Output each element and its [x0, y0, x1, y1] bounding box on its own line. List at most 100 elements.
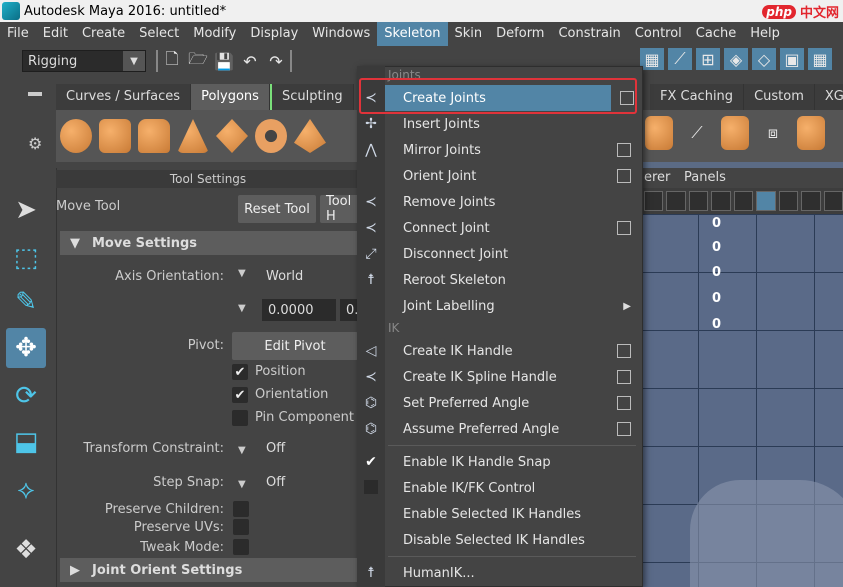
safe-title-icon[interactable]	[711, 191, 731, 211]
textured-icon[interactable]	[801, 191, 821, 211]
menu-item-mirror-joints[interactable]: Mirror Joints	[385, 137, 639, 163]
resolution-gate-icon[interactable]	[688, 191, 709, 211]
set-preferred-angle-option-box[interactable]	[617, 396, 631, 410]
menu-set-dropdown[interactable]: Rigging ▼	[22, 50, 146, 72]
reset-tool-button[interactable]: Reset Tool	[238, 195, 316, 223]
menu-item-insert-joints[interactable]: Insert Joints	[385, 111, 639, 137]
create-ik-spline-option-box[interactable]	[617, 370, 631, 384]
last-tool-icon[interactable]: ⟡	[6, 470, 46, 510]
menu-item-create-ik-spline-handle[interactable]: Create IK Spline Handle	[385, 364, 639, 390]
menu-display[interactable]: Display	[243, 22, 305, 46]
menu-item-enable-ik-fk-control[interactable]: Enable IK/FK Control	[385, 475, 639, 501]
menu-modify[interactable]: Modify	[186, 22, 243, 46]
tweak-mode-checkbox[interactable]	[233, 539, 249, 555]
isolate-icon[interactable]	[756, 191, 776, 211]
menu-help[interactable]: Help	[743, 22, 787, 46]
menu-item-remove-joints[interactable]: Remove Joints	[385, 189, 639, 215]
menu-item-reroot-skeleton[interactable]: Reroot Skeleton	[385, 267, 639, 293]
chevron-down-icon[interactable]: ▼	[238, 479, 246, 490]
gear-icon[interactable]: ⚙	[28, 134, 42, 153]
axis-orientation-dropdown[interactable]: World	[260, 264, 360, 288]
poly-cylinder-icon[interactable]	[138, 119, 170, 153]
tab-xgen[interactable]: XG	[814, 84, 843, 110]
surface-snap-icon[interactable]: ◇	[752, 48, 776, 70]
point-snap-icon[interactable]: ⊞	[696, 48, 720, 70]
preserve-children-checkbox[interactable]	[233, 501, 249, 517]
menu-item-connect-joint[interactable]: Connect Joint	[385, 215, 639, 241]
transform-constraint-dropdown[interactable]: Off	[260, 436, 360, 460]
shaded-icon[interactable]	[778, 191, 799, 211]
bridge-icon[interactable]: ⧈	[757, 116, 789, 150]
viewport-menu-renderer[interactable]: erer	[644, 170, 670, 185]
menu-item-enable-ik-handle-snap[interactable]: Enable IK Handle Snap	[385, 449, 639, 475]
menu-file[interactable]: File	[0, 22, 36, 46]
tab-fx-caching[interactable]: FX Caching	[650, 84, 745, 110]
chevron-down-icon[interactable]: ▼	[238, 303, 246, 314]
redo-icon[interactable]: ↷	[264, 50, 288, 72]
tool-help-button[interactable]: Tool H	[320, 195, 360, 223]
menu-item-enable-selected-ik-handles[interactable]: Enable Selected IK Handles	[385, 501, 639, 527]
menu-constrain[interactable]: Constrain	[551, 22, 627, 46]
curve-snap-icon[interactable]: ⟋	[668, 48, 692, 70]
tab-polygons[interactable]: Polygons	[191, 84, 270, 110]
orient-joint-option-box[interactable]	[617, 169, 631, 183]
extrude-icon[interactable]	[721, 116, 749, 150]
menu-cache[interactable]: Cache	[689, 22, 743, 46]
poly-sphere-icon[interactable]	[60, 119, 92, 153]
joint-orient-settings-section[interactable]: ▶ Joint Orient Settings	[60, 558, 360, 582]
menu-item-disable-selected-ik-handles[interactable]: Disable Selected IK Handles	[385, 527, 639, 553]
connect-joint-option-box[interactable]	[617, 221, 631, 235]
scale-tool-icon[interactable]: ⬓	[6, 422, 46, 462]
curve-tool-icon[interactable]: ⟋	[681, 116, 713, 150]
step-snap-dropdown[interactable]: Off	[260, 470, 360, 494]
mirror-joints-option-box[interactable]	[617, 143, 631, 157]
lasso-tool-icon[interactable]: ⬚	[6, 238, 46, 278]
menu-item-humanik[interactable]: HumanIK...	[385, 560, 639, 586]
plane-snap-icon[interactable]: ◈	[724, 48, 748, 70]
poly-cube-icon[interactable]	[99, 119, 131, 153]
menu-item-joint-labelling[interactable]: Joint Labelling ▶	[385, 293, 639, 319]
menu-skin[interactable]: Skin	[448, 22, 490, 46]
pin-component-checkbox[interactable]	[232, 410, 248, 426]
image-plane-icon[interactable]	[666, 191, 686, 211]
menu-item-create-ik-handle[interactable]: Create IK Handle	[385, 338, 639, 364]
undo-icon[interactable]: ↶	[238, 50, 262, 72]
create-ik-handle-option-box[interactable]	[617, 344, 631, 358]
menu-select[interactable]: Select	[132, 22, 186, 46]
orientation-checkbox[interactable]: ✔	[232, 387, 248, 403]
lighting-icon[interactable]	[823, 191, 843, 211]
combine-icon[interactable]	[645, 116, 673, 150]
menu-item-disconnect-joint[interactable]: Disconnect Joint	[385, 241, 639, 267]
menu-skeleton[interactable]: Skeleton	[377, 22, 448, 46]
tab-custom[interactable]: Custom	[744, 84, 815, 110]
chevron-down-icon[interactable]: ▼	[238, 445, 246, 456]
move-tool-icon[interactable]: ✥	[6, 328, 46, 368]
open-scene-icon[interactable]: 🗁	[186, 49, 210, 72]
chevron-down-icon[interactable]: ▼	[238, 268, 246, 279]
menu-create[interactable]: Create	[75, 22, 132, 46]
move-settings-section[interactable]: ▼ Move Settings	[60, 231, 360, 255]
poly-plane-icon[interactable]	[216, 119, 248, 153]
tab-sculpting[interactable]: Sculpting	[269, 84, 354, 110]
assume-preferred-angle-option-box[interactable]	[617, 422, 631, 436]
hud-icon[interactable]	[733, 191, 754, 211]
new-scene-icon[interactable]: 🗋	[160, 49, 184, 72]
poly-pyramid-icon[interactable]	[294, 119, 326, 153]
menu-control[interactable]: Control	[628, 22, 689, 46]
poly-torus-icon[interactable]	[255, 119, 287, 153]
position-checkbox[interactable]: ✔	[232, 364, 248, 380]
viewport-menu-panels[interactable]: Panels	[684, 170, 726, 185]
rotate-tool-icon[interactable]: ⟳	[6, 376, 46, 416]
menu-deform[interactable]: Deform	[489, 22, 551, 46]
shelf-menu-icon[interactable]	[28, 92, 42, 96]
grid-snap-icon[interactable]: ▦	[640, 48, 664, 70]
menu-item-set-preferred-angle[interactable]: Set Preferred Angle	[385, 390, 639, 416]
tab-curves-surfaces[interactable]: Curves / Surfaces	[56, 84, 192, 110]
save-scene-icon[interactable]: 💾	[212, 50, 236, 72]
menu-item-assume-preferred-angle[interactable]: Assume Preferred Angle	[385, 416, 639, 442]
axis-x-field[interactable]: 0.0000	[262, 299, 336, 321]
layout-icon[interactable]: ❖	[6, 530, 46, 570]
render-icon[interactable]: ▦	[808, 48, 832, 70]
menu-windows[interactable]: Windows	[305, 22, 377, 46]
select-tool-icon[interactable]: ➤	[6, 190, 46, 230]
